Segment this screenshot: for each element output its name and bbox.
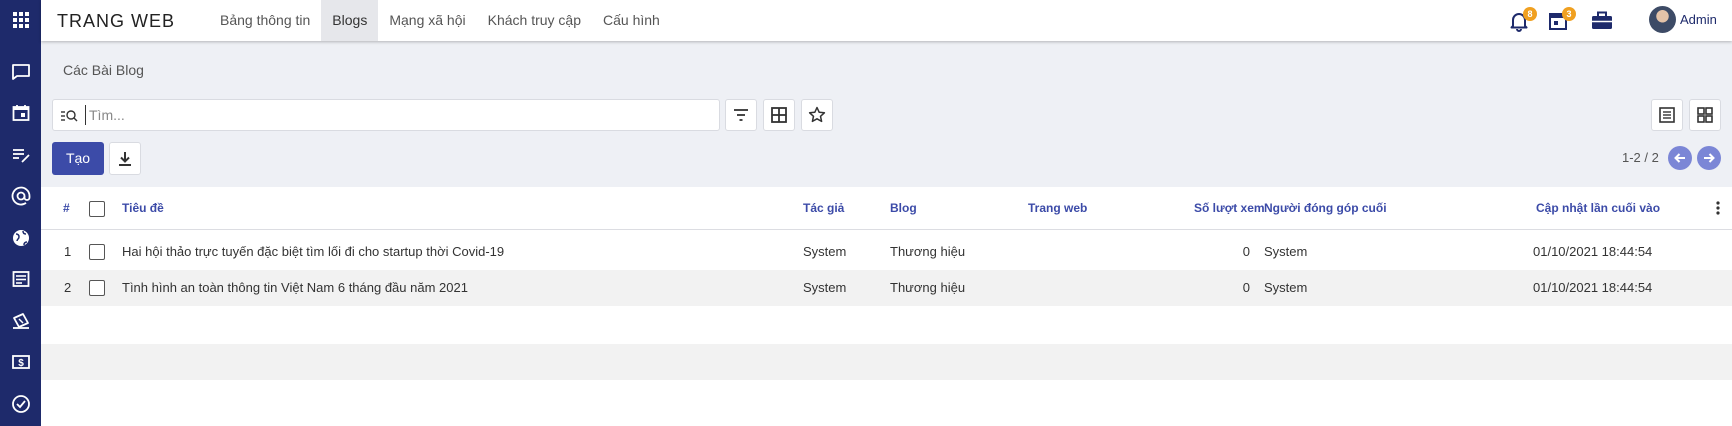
kanban-view-button[interactable] [1689,99,1721,131]
briefcase-icon[interactable] [1590,9,1614,33]
nav-item-dashboard[interactable]: Bảng thông tin [209,0,321,41]
nav-item-social[interactable]: Mạng xã hội [378,0,476,41]
group-by-button[interactable] [763,99,795,131]
table-header: # Tiêu đề Tác giả Blog Trang web Số lượt… [41,187,1732,230]
table-row[interactable]: 2 Tình hình an toàn thông tin Việt Nam 6… [41,270,1732,306]
nav-item-blogs[interactable]: Blogs [321,0,379,41]
newspaper-icon[interactable] [0,259,41,299]
column-header-number: # [63,201,70,215]
bell-icon[interactable]: 8 [1507,7,1537,33]
pager-previous-button[interactable] [1668,146,1692,170]
arrow-right-icon [1704,153,1715,163]
row-blog: Thương hiệu [890,244,966,259]
main-nav: Bảng thông tin Blogs Mạng xã hội Khách t… [209,0,671,41]
notifications-badge: 8 [1523,7,1537,21]
apps-icon[interactable] [0,0,41,40]
favorites-button[interactable] [801,99,833,131]
app-sidebar: $ [0,0,41,426]
row-blog: Thương hiệu [890,280,966,295]
search-box [52,99,720,131]
column-header-website[interactable]: Trang web [1028,201,1087,215]
star-icon [808,106,826,123]
row-updated: 01/10/2021 18:44:54 [1533,244,1653,259]
select-all-checkbox[interactable] [89,201,105,217]
filter-button[interactable] [725,99,757,131]
list-view-icon [1659,107,1675,123]
row-number: 2 [64,280,72,295]
globe-icon[interactable] [0,218,41,258]
ticket-icon[interactable] [0,301,41,341]
row-checkbox[interactable] [89,244,105,260]
row-title[interactable]: Hai hội thảo trực tuyến đặc biệt tìm lối… [122,244,504,259]
row-author: System [803,280,847,295]
row-checkbox[interactable] [89,280,105,296]
pager-value[interactable]: 1-2 / 2 [1622,150,1659,165]
row-last-contributor: System [1264,280,1308,295]
row-author: System [803,244,847,259]
create-button[interactable]: Tạo [52,142,104,175]
blog-posts-table: # Tiêu đề Tác giả Blog Trang web Số lượt… [41,187,1732,426]
activity-calendar-icon[interactable]: 3 [1546,7,1576,33]
calendar-icon[interactable] [0,93,41,133]
kanban-view-icon [1697,107,1713,123]
nav-item-config[interactable]: Cấu hình [592,0,671,41]
column-header-updated[interactable]: Cập nhật lần cuối vào [1536,201,1660,215]
table-row[interactable]: 1 Hai hội thảo trực tuyến đặc biệt tìm l… [41,234,1732,270]
svg-text:$: $ [18,358,24,369]
filter-icon [734,109,748,121]
column-header-last-contributor[interactable]: Người đóng góp cuối [1264,201,1387,215]
column-header-views[interactable]: Số lượt xem [1194,201,1265,215]
row-number: 1 [64,244,72,259]
pager-next-button[interactable] [1697,146,1721,170]
row-title[interactable]: Tình hình an toàn thông tin Việt Nam 6 t… [122,280,468,295]
group-by-icon [771,107,787,123]
user-name[interactable]: Admin [1680,12,1717,27]
notes-icon[interactable] [0,135,41,175]
search-icon [61,110,78,122]
avatar[interactable] [1649,6,1676,33]
column-header-title[interactable]: Tiêu đề [122,201,164,215]
money-icon[interactable]: $ [0,342,41,382]
search-input[interactable] [85,105,705,125]
arrow-left-icon [1674,153,1685,163]
download-icon [119,151,131,166]
breadcrumb: Các Bài Blog [63,62,144,78]
column-header-author[interactable]: Tác giả [803,201,844,215]
column-header-blog[interactable]: Blog [890,201,917,215]
optional-columns-icon[interactable] [1715,200,1721,221]
row-updated: 01/10/2021 18:44:54 [1533,280,1653,295]
list-view-button[interactable] [1651,99,1683,131]
top-bar: TRANG WEB Bảng thông tin Blogs Mạng xã h… [41,0,1732,41]
table-filler-row [41,344,1732,380]
row-last-contributor: System [1264,244,1308,259]
activities-badge: 3 [1562,7,1576,21]
chat-icon[interactable] [0,52,41,92]
check-circle-icon[interactable] [0,384,41,424]
app-brand[interactable]: TRANG WEB [57,11,175,32]
at-icon[interactable] [0,176,41,216]
export-button[interactable] [109,142,141,175]
nav-item-visitors[interactable]: Khách truy cập [477,0,592,41]
